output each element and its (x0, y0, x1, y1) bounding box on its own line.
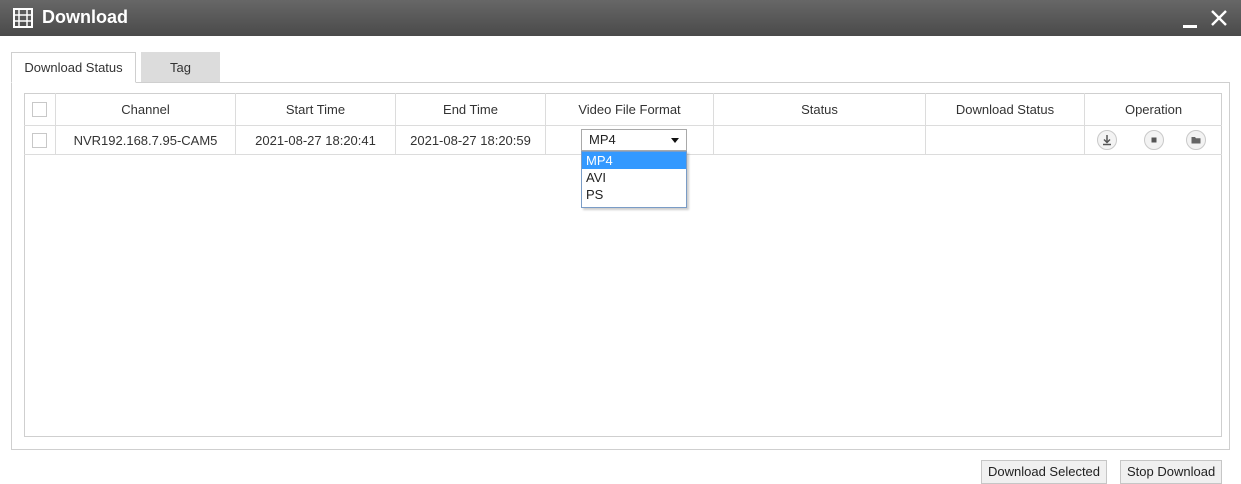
column-header-download-status: Download Status (926, 93, 1085, 125)
row-checkbox[interactable] (32, 132, 47, 148)
column-header-operation: Operation (1124, 101, 1183, 117)
title-bar: Download (0, 0, 1241, 36)
stop-icon[interactable] (1144, 130, 1164, 150)
video-format-select[interactable]: MP4 (581, 129, 687, 151)
status-cell (714, 126, 926, 154)
dropdown-arrow-icon (671, 138, 679, 143)
tab-download-status[interactable]: Download Status (11, 52, 136, 83)
format-option-ps[interactable]: PS (582, 186, 686, 203)
download-icon[interactable] (1097, 130, 1117, 150)
window-title: Download (42, 7, 128, 27)
format-option-avi[interactable]: AVI (582, 169, 686, 186)
column-header-status: Status (714, 93, 926, 125)
table-header: Channel Start Time End Time Video File F… (24, 93, 1222, 126)
row-select-cell (24, 126, 56, 154)
minimize-icon[interactable] (1183, 16, 1197, 28)
column-header-start-time: Start Time (236, 93, 396, 125)
stop-download-button[interactable]: Stop Download (1120, 460, 1223, 484)
header-select-cell (24, 93, 56, 125)
end-time-cell: 2021-08-27 18:20:59 (396, 126, 546, 154)
column-header-video-format: Video File Format (546, 93, 714, 125)
start-time-cell: 2021-08-27 18:20:41 (236, 126, 396, 154)
column-header-end-time: End Time (396, 93, 546, 125)
format-option-mp4[interactable]: MP4 (582, 152, 686, 169)
channel-cell: NVR192.168.7.95-CAM5 (56, 126, 236, 154)
film-icon (13, 8, 33, 28)
tab-tag[interactable]: Tag (141, 52, 220, 83)
folder-icon[interactable] (1186, 130, 1206, 150)
format-dropdown-list: MP4 AVI PS (581, 151, 687, 208)
download-status-cell (926, 126, 1085, 154)
column-header-channel: Channel (56, 93, 236, 125)
video-format-value: MP4 (589, 132, 616, 147)
close-icon[interactable] (1210, 9, 1228, 27)
select-all-checkbox[interactable] (32, 101, 47, 117)
download-selected-button[interactable]: Download Selected (981, 460, 1108, 484)
